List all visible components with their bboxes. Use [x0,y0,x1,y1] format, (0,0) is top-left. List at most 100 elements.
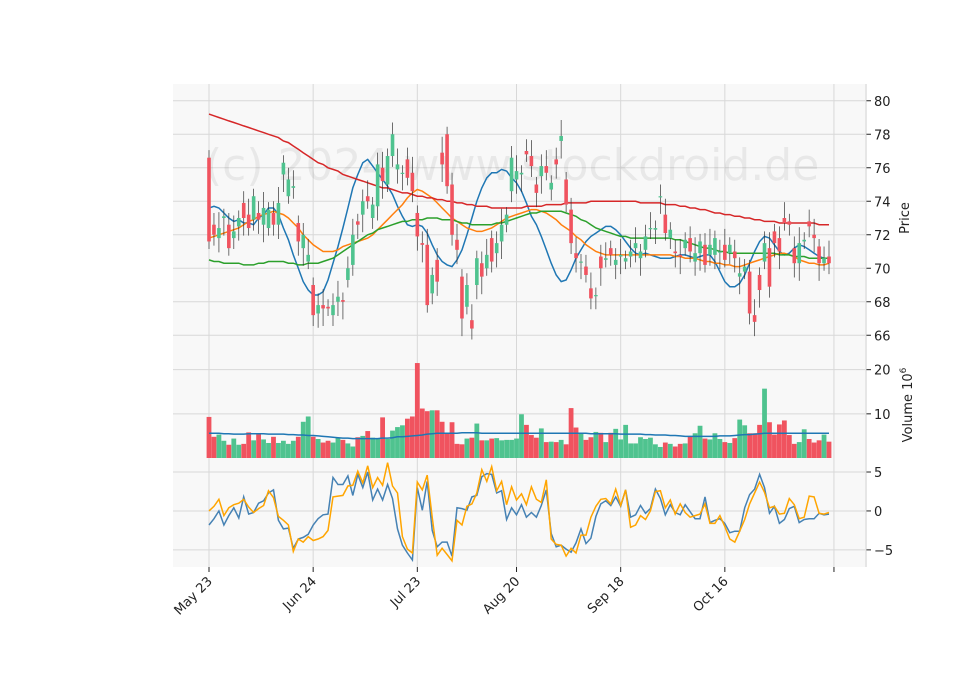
candle-body [579,261,583,263]
candle-body [554,159,558,165]
candle-body [291,186,296,188]
candle-body [633,243,638,249]
oscillator-panel: −5 0 5 [173,458,893,567]
price-y-axis: 66 68 70 72 74 76 78 80 [866,95,891,344]
price-tick-label: 74 [874,195,891,210]
volume-bar [598,432,604,458]
volume-bar [300,421,306,458]
candle-body [276,202,281,225]
candle-body [534,184,539,193]
candle-body [668,229,673,239]
volume-bar [826,441,832,458]
candle-body [718,251,722,253]
volume-bar [355,437,361,458]
volume-bar [266,442,271,458]
volume-bar [821,434,827,458]
volume-bar [365,431,371,458]
candle-body [440,152,444,165]
volume-bar [667,443,673,458]
price-panel: (c) 2024 www.stockdroid.de 6668707274767… [173,84,913,352]
volume-bar [315,439,321,458]
price-tick-label: 78 [874,128,891,143]
candle-body [594,295,598,297]
volume-bar [350,446,356,458]
volume-bar [449,422,455,458]
volume-bar [400,425,405,458]
candle-body [817,246,821,264]
candle-body [356,221,360,225]
volume-bar [370,437,376,458]
volume-bar [325,440,331,458]
candle-body [306,254,310,262]
candle-body [762,243,767,262]
candle-body [777,238,782,252]
volume-bar [345,443,351,458]
candle-body [509,157,514,192]
volume-bar [484,440,490,458]
volume-bar [603,442,609,458]
candle-body [311,285,315,316]
volume-bar [310,436,316,458]
volume-bar [657,446,663,458]
candle-body [351,234,355,265]
volume-bar [221,440,227,458]
volume-bar [390,430,395,458]
volume-bar [206,416,212,458]
candle-body [227,224,231,249]
volume-bar [752,433,757,458]
candle-body [638,251,643,259]
candle-body [589,288,593,299]
candle-body [385,156,390,185]
candle-body [261,207,266,225]
candle-body [207,157,211,242]
volume-bar [276,442,281,458]
candle-body [470,320,474,329]
stock-chart: (c) 2024 www.stockdroid.de 6668707274767… [172,84,916,618]
volume-bar [395,427,400,458]
volume-bar [439,421,445,458]
candle-body [212,224,216,235]
volume-bar [762,388,767,458]
candle-body [222,216,226,218]
candle-body [807,221,811,227]
candle-body [683,239,687,249]
x-tick-label: Sep 18 [585,574,628,617]
candle-body [236,218,241,227]
volume-bar [489,438,495,458]
candle-body [767,248,772,287]
volume-bar [216,434,222,458]
candle-body [465,285,469,307]
volume-bar [414,363,420,458]
candle-body [663,214,668,234]
candle-body [569,209,573,244]
candle-body [410,172,415,192]
candle-body [747,271,752,314]
volume-bar [519,414,524,458]
volume-bar [479,440,485,458]
candle-body [574,253,578,259]
candle-body [475,258,479,285]
volume-bar [633,443,638,458]
volume-bar [246,432,252,458]
candle-body [737,273,742,277]
candle-body [544,166,549,173]
volume-bar [285,443,291,458]
volume-bar [702,438,708,458]
volume-bar [816,440,822,458]
volume-bar [251,440,257,458]
candle-body [708,244,712,255]
candle-body [688,238,692,252]
oscillator-tick-label: 5 [874,466,882,481]
volume-bar [533,437,539,458]
volume-bar [524,424,529,458]
volume-bar [459,444,465,458]
candle-body [445,134,449,187]
volume-panel: 10 20 Volume 106 [173,352,916,458]
volume-bar [290,440,296,458]
candle-body [331,305,335,316]
candle-body [301,234,306,249]
volume-bar [672,446,678,458]
candle-body [266,209,271,229]
volume-bar [444,432,450,458]
candle-body [336,296,340,302]
